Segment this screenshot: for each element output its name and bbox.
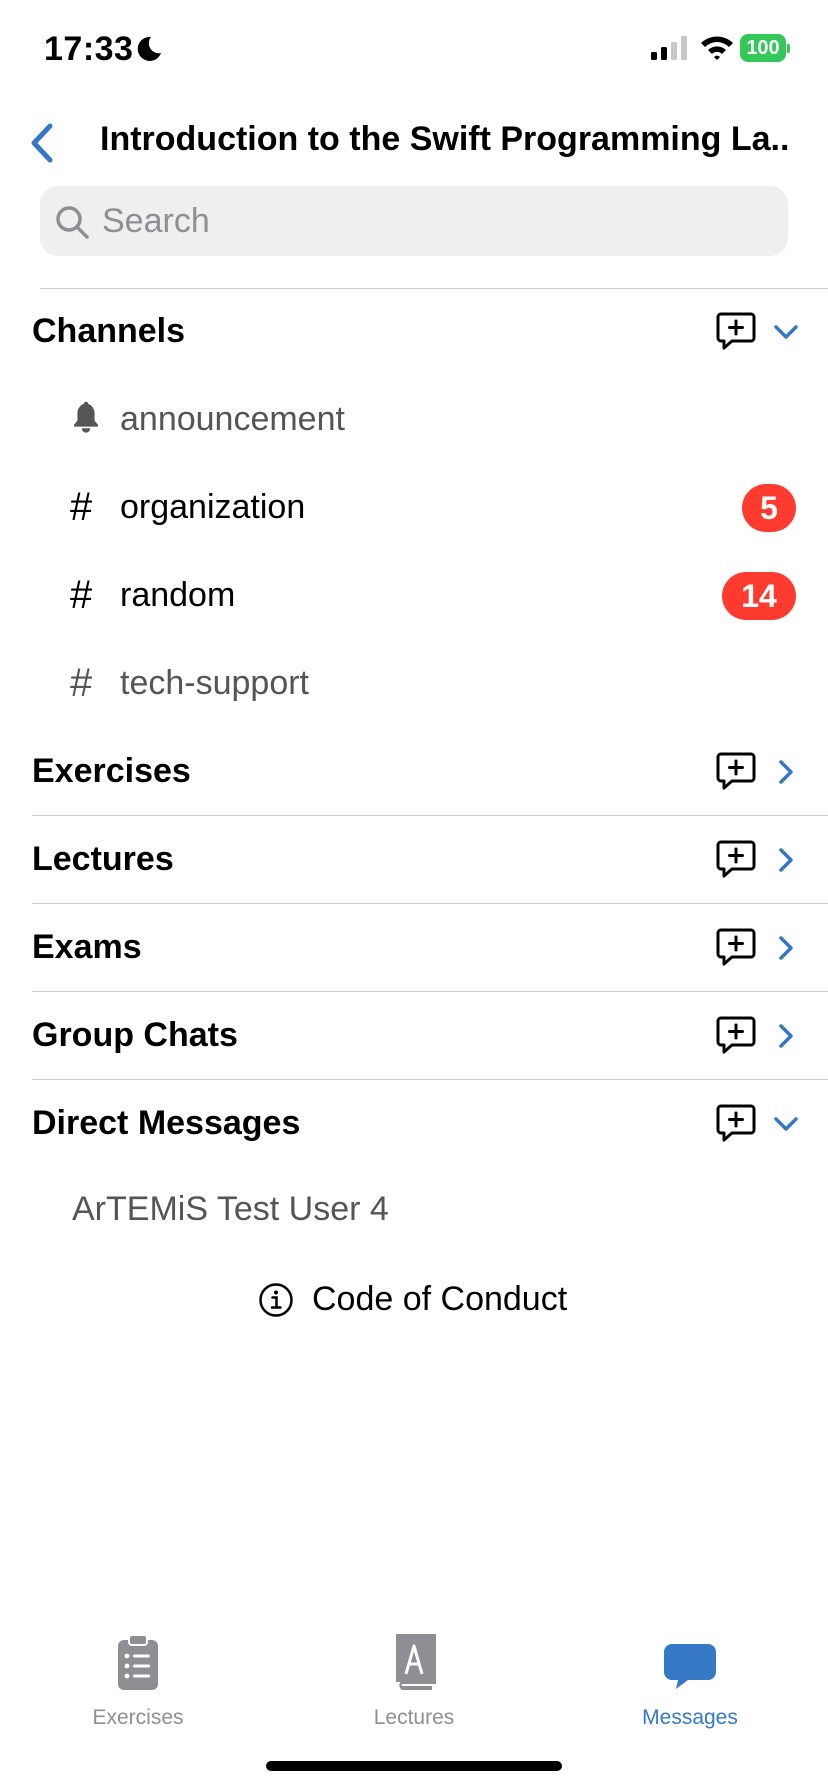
info-circle-icon bbox=[259, 1283, 293, 1317]
section-title: Channels bbox=[32, 312, 186, 350]
status-time: 17:33 bbox=[44, 30, 134, 68]
section-direct-messages[interactable]: Direct Messages bbox=[0, 1080, 828, 1168]
tab-lectures[interactable]: Lectures bbox=[314, 1630, 514, 1750]
channel-row-announcement[interactable]: announcement bbox=[0, 376, 828, 464]
channel-name: organization bbox=[120, 488, 306, 526]
section-lectures[interactable]: Lectures bbox=[0, 816, 828, 904]
battery-level: 100 bbox=[740, 34, 786, 62]
tab-exercises[interactable]: Exercises bbox=[38, 1630, 238, 1750]
new-conversation-icon[interactable] bbox=[716, 840, 756, 878]
channel-row-tech-support[interactable]: # tech-support bbox=[0, 640, 828, 728]
section-title: Lectures bbox=[32, 840, 174, 878]
new-conversation-icon[interactable] bbox=[716, 312, 756, 350]
chevron-down-icon[interactable] bbox=[772, 318, 800, 346]
section-title: Direct Messages bbox=[32, 1104, 301, 1142]
battery-cap bbox=[787, 44, 790, 53]
battery-indicator: 100 bbox=[740, 34, 790, 62]
new-conversation-icon[interactable] bbox=[716, 752, 756, 790]
search-input[interactable] bbox=[102, 198, 762, 244]
chevron-right-icon[interactable] bbox=[772, 846, 800, 874]
tab-label: Exercises bbox=[92, 1706, 184, 1729]
chevron-right-icon[interactable] bbox=[772, 758, 800, 786]
section-title: Exercises bbox=[32, 752, 191, 790]
section-channels[interactable]: Channels bbox=[0, 288, 828, 376]
moon-icon bbox=[137, 36, 161, 61]
channel-name: announcement bbox=[120, 400, 345, 438]
bell-icon bbox=[74, 401, 98, 433]
status-bar: 17:33 100 bbox=[0, 0, 828, 100]
cellular-signal-icon bbox=[651, 36, 687, 60]
channel-row-random[interactable]: # random 14 bbox=[0, 552, 828, 640]
clipboard-list-icon bbox=[118, 1634, 158, 1690]
chevron-right-icon[interactable] bbox=[772, 934, 800, 962]
new-conversation-icon[interactable] bbox=[716, 928, 756, 966]
channel-name: tech-support bbox=[120, 664, 309, 702]
hash-icon: # bbox=[70, 661, 93, 705]
hash-icon: # bbox=[70, 573, 93, 617]
search-bar[interactable] bbox=[40, 186, 788, 256]
search-icon bbox=[56, 206, 89, 239]
code-of-conduct-label: Code of Conduct bbox=[312, 1280, 568, 1318]
section-exams[interactable]: Exams bbox=[0, 904, 828, 992]
section-group-chats[interactable]: Group Chats bbox=[0, 992, 828, 1080]
page-title: Introduction to the Swift Programming La… bbox=[100, 120, 790, 158]
channel-name: random bbox=[120, 576, 236, 614]
unread-badge: 5 bbox=[742, 484, 796, 532]
section-title: Exams bbox=[32, 928, 142, 966]
new-conversation-icon[interactable] bbox=[716, 1104, 756, 1142]
hash-icon: # bbox=[70, 485, 93, 529]
chevron-right-icon[interactable] bbox=[772, 1022, 800, 1050]
tab-label: Messages bbox=[642, 1706, 738, 1729]
tab-messages[interactable]: Messages bbox=[590, 1630, 790, 1750]
channel-row-organization[interactable]: # organization 5 bbox=[0, 464, 828, 552]
tab-label: Lectures bbox=[373, 1706, 455, 1729]
section-title: Group Chats bbox=[32, 1016, 238, 1054]
message-bubble-icon bbox=[664, 1644, 716, 1689]
direct-message-item[interactable]: ArTEMiS Test User 4 bbox=[72, 1190, 389, 1229]
wifi-icon bbox=[701, 36, 733, 60]
book-icon bbox=[396, 1634, 436, 1690]
home-indicator bbox=[266, 1761, 562, 1771]
chevron-down-icon[interactable] bbox=[772, 1110, 800, 1138]
back-button[interactable] bbox=[22, 118, 62, 168]
new-conversation-icon[interactable] bbox=[716, 1016, 756, 1054]
unread-badge: 14 bbox=[722, 572, 796, 620]
section-exercises[interactable]: Exercises bbox=[0, 728, 828, 816]
